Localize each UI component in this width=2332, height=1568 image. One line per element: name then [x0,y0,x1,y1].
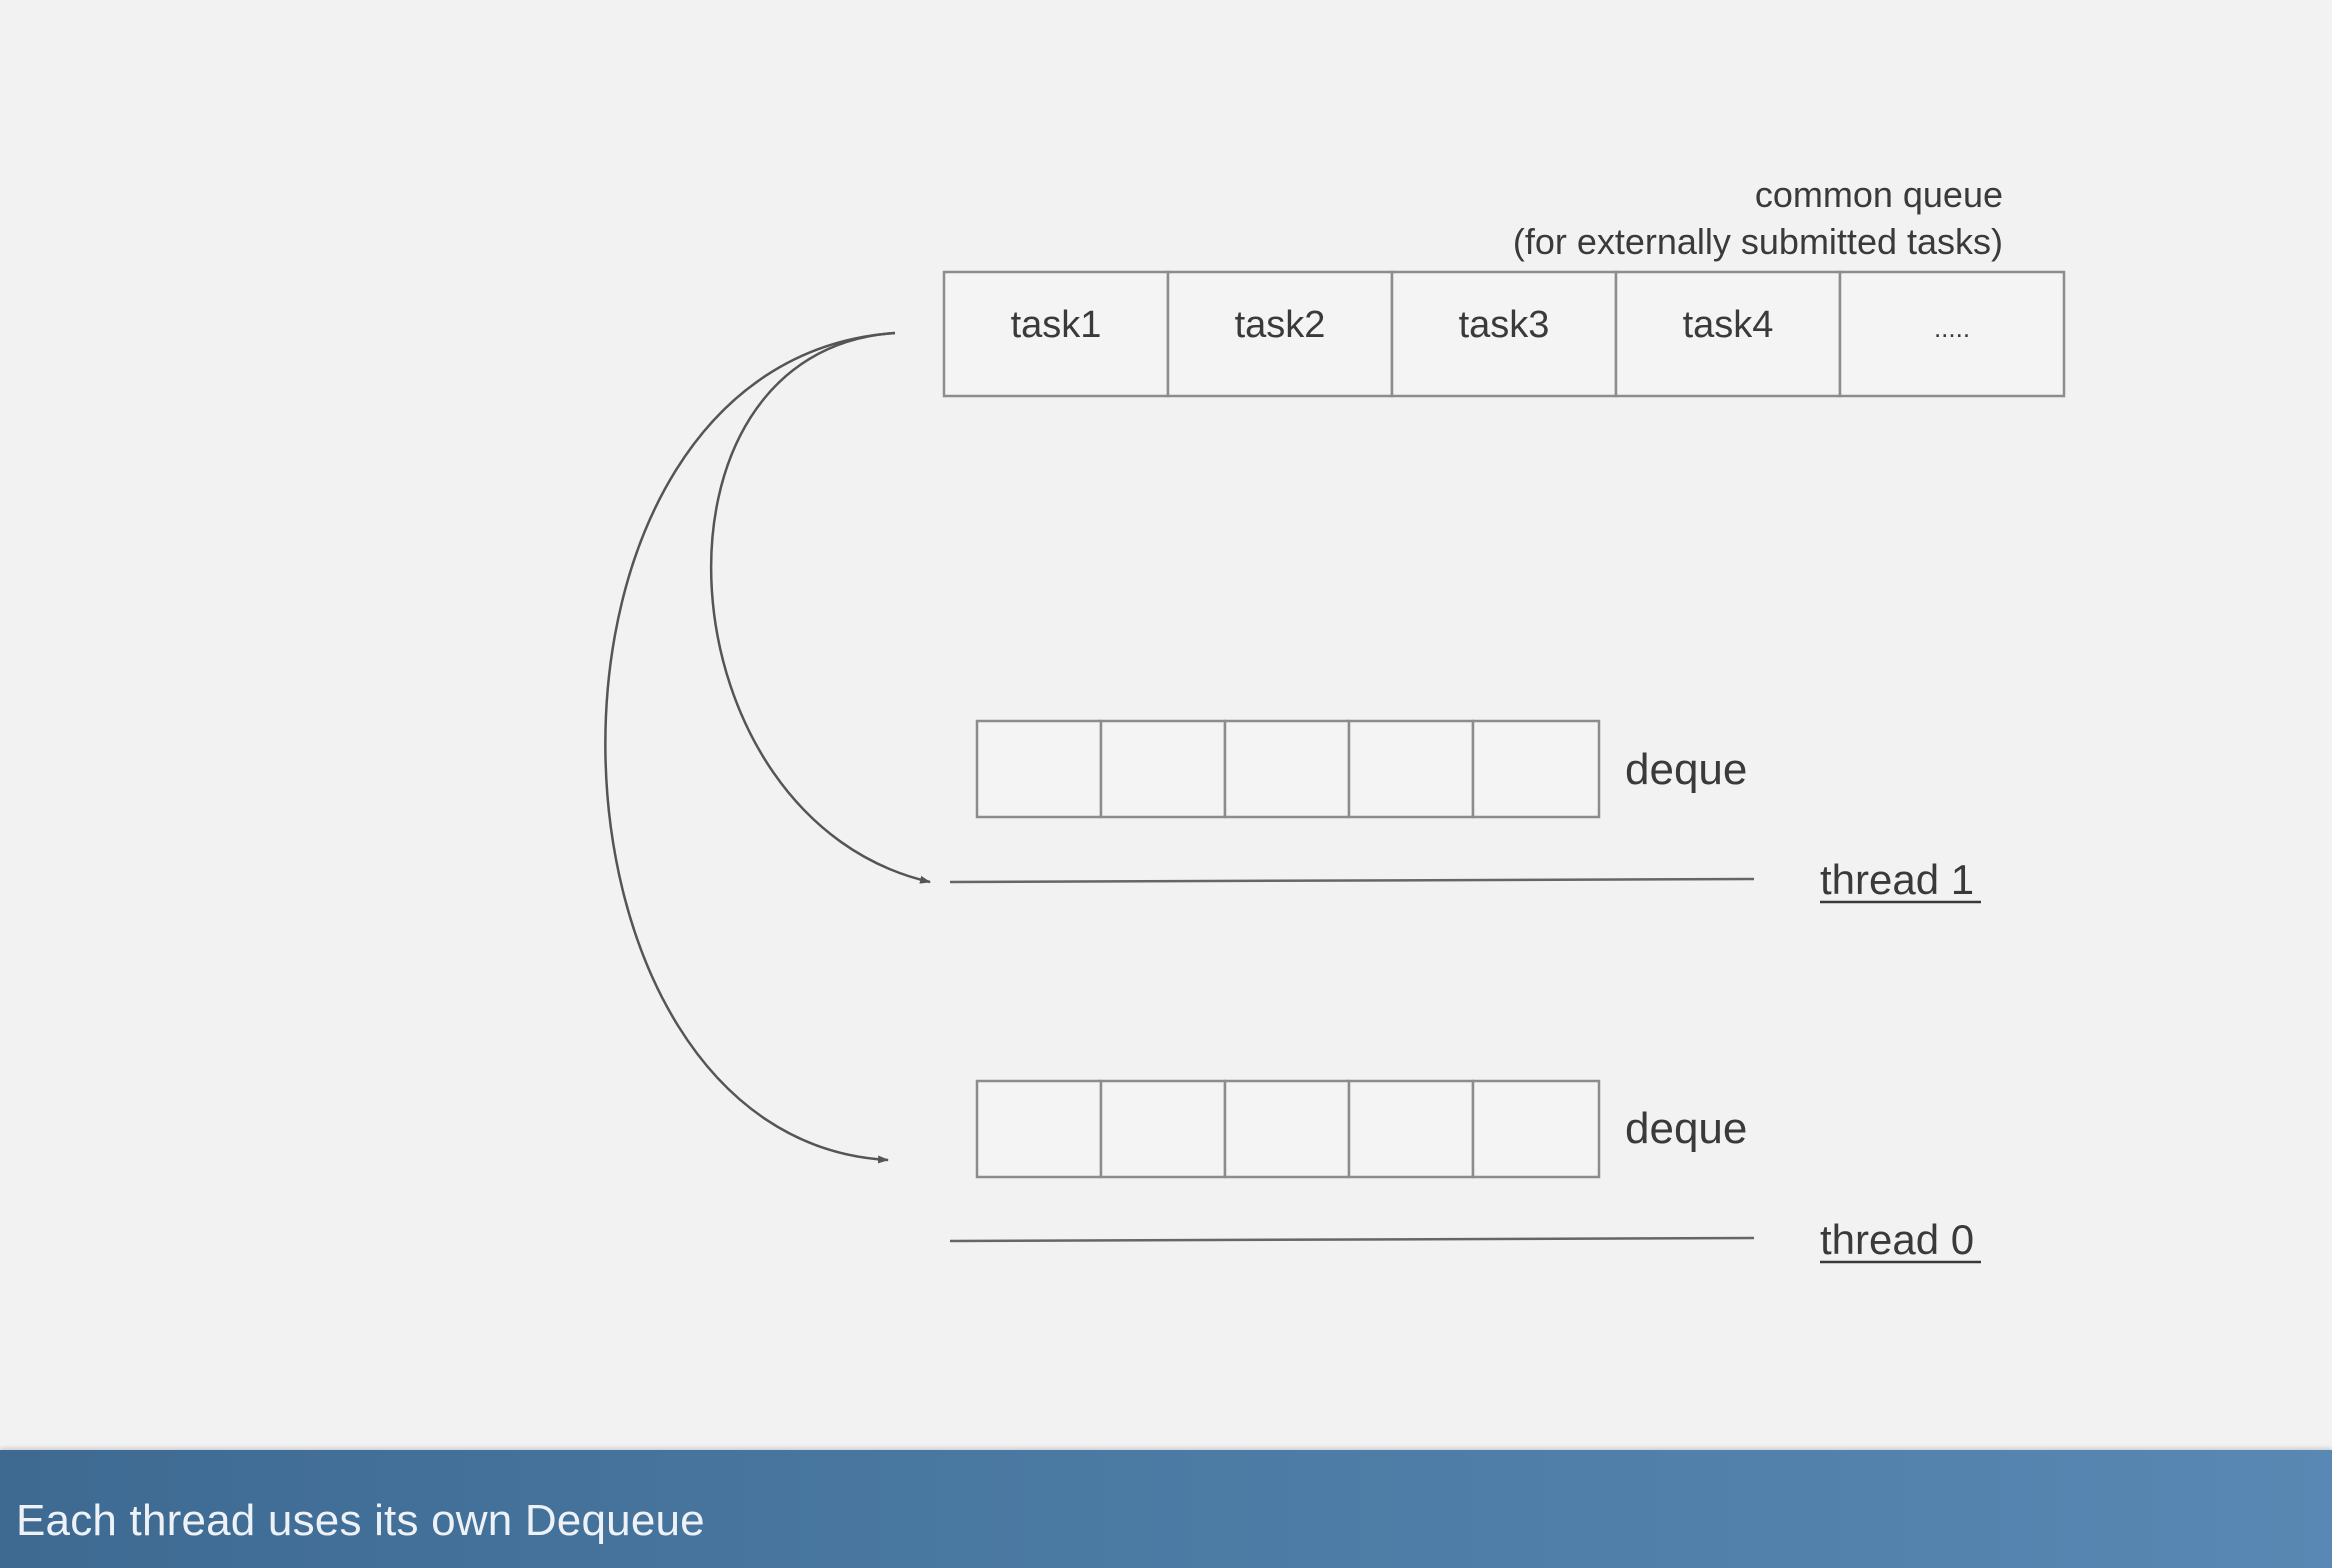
deque-label: deque [1625,1104,1747,1153]
deque-slot [1347,719,1475,819]
caption-text: Each thread uses its own Dequeue [16,1496,705,1545]
queue-cell-label: task1 [1011,304,1102,346]
thread-line [949,877,1755,884]
common-queue: task1 task2 task3 task4 ..... [942,270,2066,398]
deque-slot [1223,719,1351,819]
deque-slot [1223,1079,1351,1179]
deque-slot [1099,1079,1227,1179]
queue-cell-ellipsis: ..... [1934,313,1970,343]
arrow-to-thread-1 [709,331,931,884]
deque-slot [1471,719,1601,819]
deque-slot [1471,1079,1601,1179]
deque-slot [1347,1079,1475,1179]
common-queue-title: common queue [1755,174,2003,215]
deque-slot [975,1079,1103,1179]
thread-line [949,1236,1755,1243]
thread-label: thread 1 [1820,856,1974,903]
common-queue-subtitle: (for externally submitted tasks) [1513,221,2003,262]
deque-thread-1: deque thread 1 [949,719,1981,904]
work-stealing-diagram: common queue (for externally submitted t… [604,174,2066,1264]
arrow-to-thread-0 [604,331,896,1164]
caption-bar: Each thread uses its own Dequeue [0,1450,2332,1568]
deque-slot [975,719,1103,819]
deque-thread-0: deque thread 0 [949,1079,1981,1264]
queue-cell-label: task4 [1683,304,1774,346]
deque-label: deque [1625,745,1747,794]
deque-slot [1099,719,1227,819]
thread-label: thread 0 [1820,1216,1974,1263]
queue-cell-label: task3 [1459,304,1550,346]
queue-cell-label: task2 [1235,304,1326,346]
common-queue-caption: common queue (for externally submitted t… [1513,174,2003,262]
